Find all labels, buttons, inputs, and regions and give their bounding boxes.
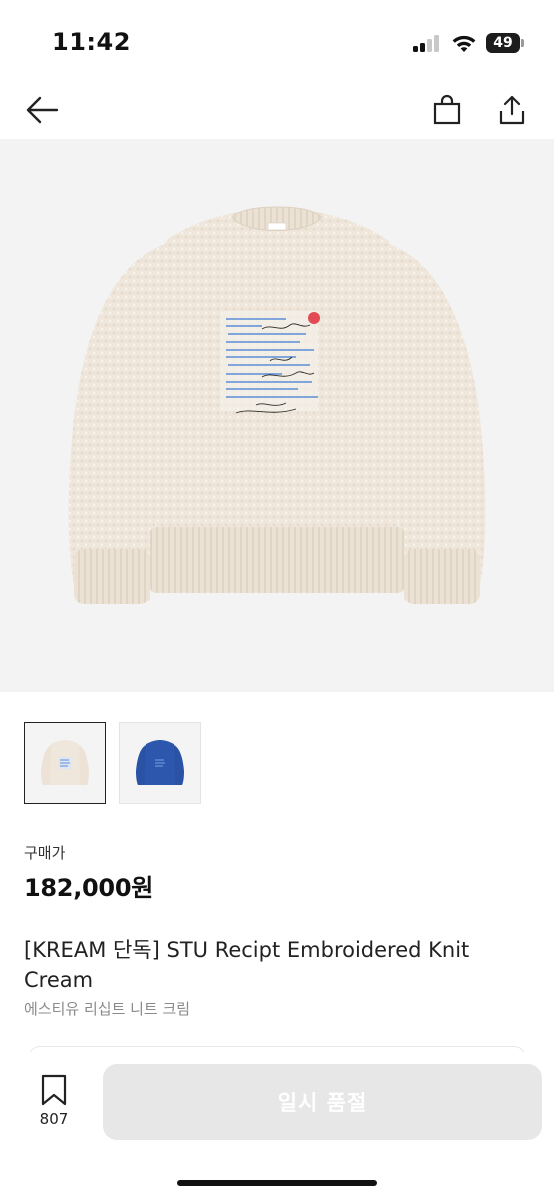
soldout-button[interactable]: 일시 품절	[103, 1064, 542, 1140]
receipt-embroidery	[220, 311, 320, 414]
status-bar: 11:42 49	[0, 0, 554, 82]
thumbnail-cream[interactable]	[24, 722, 106, 804]
shopping-bag-icon	[433, 94, 461, 125]
cellular-signal-icon	[413, 35, 441, 52]
product-title: [KREAM 단독] STU Recipt Embroidered Knit C…	[24, 938, 470, 992]
share-icon	[499, 95, 525, 125]
bottom-action-bar: 807 일시 품절	[0, 1052, 554, 1200]
bookmark-icon	[41, 1074, 67, 1106]
sweater-cream-thumbnail-image	[41, 740, 89, 785]
arrow-left-icon	[26, 96, 59, 124]
status-time: 11:42	[52, 28, 131, 56]
wifi-icon	[450, 32, 478, 54]
price-label: 구매가	[24, 844, 66, 862]
thumbnail-blue[interactable]	[119, 722, 201, 804]
shop-bag-button[interactable]	[425, 88, 469, 132]
home-indicator	[177, 1180, 377, 1186]
back-button[interactable]	[20, 88, 64, 132]
battery-icon: 49	[486, 33, 524, 53]
wishlist-button[interactable]: 807	[26, 1074, 82, 1132]
share-button[interactable]	[490, 88, 534, 132]
image-thumbnails	[24, 722, 201, 806]
product-image[interactable]	[0, 139, 554, 692]
battery-level: 49	[486, 33, 520, 53]
sweater-blue-thumbnail-image	[136, 740, 184, 785]
product-subtitle: 에스티유 리십트 니트 크림	[24, 1000, 191, 1018]
price-value: 182,000원	[24, 874, 153, 902]
top-nav-bar	[0, 82, 554, 138]
wishlist-count: 807	[39, 1110, 69, 1128]
